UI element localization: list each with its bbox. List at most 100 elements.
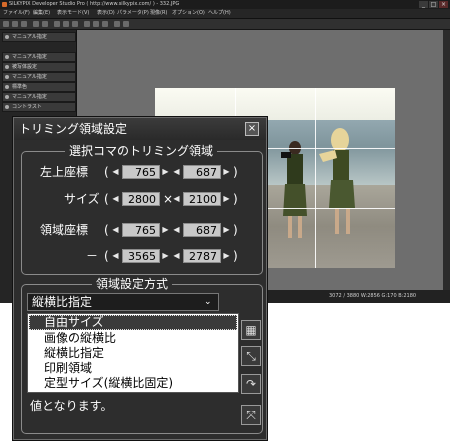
area-x2-field[interactable]: 3565: [122, 249, 160, 263]
panel-bullet-icon: [5, 75, 9, 79]
increment-arrow-icon[interactable]: ▶: [222, 248, 231, 264]
status-readout: 3072 / 3880 W:2856 G:170 B:2180: [329, 293, 417, 299]
panel-row[interactable]: 標準色: [2, 82, 76, 92]
tool-view3-icon[interactable]: [72, 21, 78, 27]
menu-display[interactable]: 表示(D): [97, 9, 115, 18]
panel-bullet-icon: [5, 65, 9, 69]
dialog-titlebar[interactable]: トリミング領域設定 ×: [14, 118, 266, 140]
paren-close: ): [233, 249, 238, 263]
paren-close: ): [233, 192, 238, 206]
menu-bar: ファイル(F) 編集(E) 表示モード(V) 表示(D) パラメータ(P) 現像…: [0, 9, 450, 19]
dialog-close-button[interactable]: ×: [245, 122, 259, 136]
size-height-field[interactable]: 2100: [183, 192, 221, 206]
tool-open-icon[interactable]: [3, 21, 9, 27]
decrement-arrow-icon[interactable]: ◀: [111, 164, 120, 180]
tool-view1-icon[interactable]: [54, 21, 60, 27]
decrement-arrow-icon[interactable]: ◀: [172, 248, 181, 264]
minimize-button[interactable]: _: [419, 1, 428, 8]
decrement-arrow-icon[interactable]: ◀: [172, 191, 181, 207]
menu-options[interactable]: オプション(O): [172, 9, 205, 18]
panel-bullet-icon: [5, 85, 9, 89]
menu-develop[interactable]: 現像(R): [150, 9, 167, 18]
panel-bullet-icon: [5, 105, 9, 109]
panel-row[interactable]: コントラスト: [2, 102, 76, 112]
panel-row[interactable]: マニュアル指定: [2, 32, 76, 42]
dropdown-option[interactable]: 縦横比指定: [29, 346, 237, 361]
panel-bullet-icon: [5, 95, 9, 99]
menu-parameter[interactable]: パラメータ(P): [117, 9, 149, 18]
fit-icon[interactable]: ⤡: [241, 346, 261, 366]
tool-redo-icon[interactable]: [42, 21, 48, 27]
paren-close: ): [233, 223, 238, 237]
menu-edit[interactable]: 編集(E): [33, 9, 50, 18]
decrement-arrow-icon[interactable]: ◀: [111, 191, 120, 207]
tool-print-icon[interactable]: [21, 21, 27, 27]
area-coords-label: 領域座標: [40, 223, 89, 237]
panel-row[interactable]: マニュアル指定: [2, 92, 76, 102]
top-left-label: 左上座標: [40, 165, 89, 179]
increment-arrow-icon[interactable]: ▶: [222, 222, 231, 238]
method-select-value: 縦横比指定: [32, 295, 93, 309]
rotate-icon[interactable]: ↷: [241, 374, 261, 394]
panel-row[interactable]: マニュアル指定: [2, 52, 76, 62]
trim-area-group: 選択コマのトリミング領域 左上座標 ( ◀ 765 ▶ ◀ 687 ▶ ) サイ…: [21, 144, 263, 275]
panel-row[interactable]: マニュアル指定: [2, 72, 76, 82]
tool-zoom-icon[interactable]: [84, 21, 90, 27]
dropdown-option[interactable]: 自由サイズ: [29, 315, 237, 330]
top-left-x-field[interactable]: 765: [122, 165, 160, 179]
increment-arrow-icon[interactable]: ▶: [161, 164, 170, 180]
decrement-arrow-icon[interactable]: ◀: [172, 164, 181, 180]
trim-grid-line: [315, 88, 316, 268]
increment-arrow-icon[interactable]: ▶: [161, 222, 170, 238]
decrement-arrow-icon[interactable]: ◀: [172, 222, 181, 238]
paren-open: (: [104, 192, 109, 206]
tool-rotate-icon[interactable]: [102, 21, 108, 27]
app-title: SILKYPIX Developer Studio Pro ( http://w…: [9, 1, 180, 7]
tool-grid-icon[interactable]: [123, 21, 129, 27]
maximize-button[interactable]: □: [429, 1, 438, 8]
tool-undo-icon[interactable]: [33, 21, 39, 27]
app-titlebar: SILKYPIX Developer Studio Pro ( http://w…: [0, 0, 450, 9]
dropdown-option[interactable]: 定型サイズ(縦横比固定): [29, 376, 237, 391]
tool-view2-icon[interactable]: [63, 21, 69, 27]
paren-open: (: [104, 249, 109, 263]
size-width-field[interactable]: 2800: [122, 192, 160, 206]
paren-close: ): [233, 165, 238, 179]
chevron-down-icon[interactable]: ⌄: [204, 294, 212, 310]
method-description: 値となります。: [30, 399, 113, 413]
dropdown-option[interactable]: 画像の縦横比: [29, 331, 237, 346]
paren-open: (: [104, 223, 109, 237]
area-y1-field[interactable]: 687: [183, 223, 221, 237]
increment-arrow-icon[interactable]: ▶: [222, 191, 231, 207]
method-group-title: 領域設定方式: [92, 277, 173, 291]
grid-toggle-icon[interactable]: ▦: [241, 320, 261, 340]
decrement-arrow-icon[interactable]: ◀: [111, 248, 120, 264]
trim-area-group-title: 選択コマのトリミング領域: [65, 144, 218, 158]
expand-icon[interactable]: ⤧: [241, 405, 261, 425]
top-left-y-field[interactable]: 687: [183, 165, 221, 179]
size-label: サイズ: [64, 192, 100, 206]
tool-compare-icon[interactable]: [114, 21, 120, 27]
method-dropdown-list: 自由サイズ 画像の縦横比 縦横比指定 印刷領域 定型サイズ(縦横比固定): [27, 313, 239, 393]
dialog-title: トリミング領域設定: [19, 122, 128, 136]
menu-view-mode[interactable]: 表示モード(V): [57, 9, 89, 18]
dash-label: －: [86, 249, 99, 263]
area-y2-field[interactable]: 2787: [183, 249, 221, 263]
panel-row[interactable]: 被写体設定: [2, 62, 76, 72]
menu-file[interactable]: ファイル(F): [3, 9, 30, 18]
paren-open: (: [104, 165, 109, 179]
panel-bullet-icon: [5, 55, 9, 59]
panel-bullet-icon: [5, 35, 9, 39]
increment-arrow-icon[interactable]: ▶: [161, 248, 170, 264]
tool-crop-icon[interactable]: [93, 21, 99, 27]
increment-arrow-icon[interactable]: ▶: [222, 164, 231, 180]
dropdown-option[interactable]: 印刷領域: [29, 361, 237, 376]
window-close-button[interactable]: ×: [439, 1, 448, 8]
menu-help[interactable]: ヘルプ(H): [208, 9, 231, 18]
app-icon: [2, 2, 7, 7]
area-x1-field[interactable]: 765: [122, 223, 160, 237]
toolbar: [0, 19, 450, 30]
decrement-arrow-icon[interactable]: ◀: [111, 222, 120, 238]
tool-save-icon[interactable]: [12, 21, 18, 27]
method-select[interactable]: 縦横比指定 ⌄: [27, 293, 219, 311]
